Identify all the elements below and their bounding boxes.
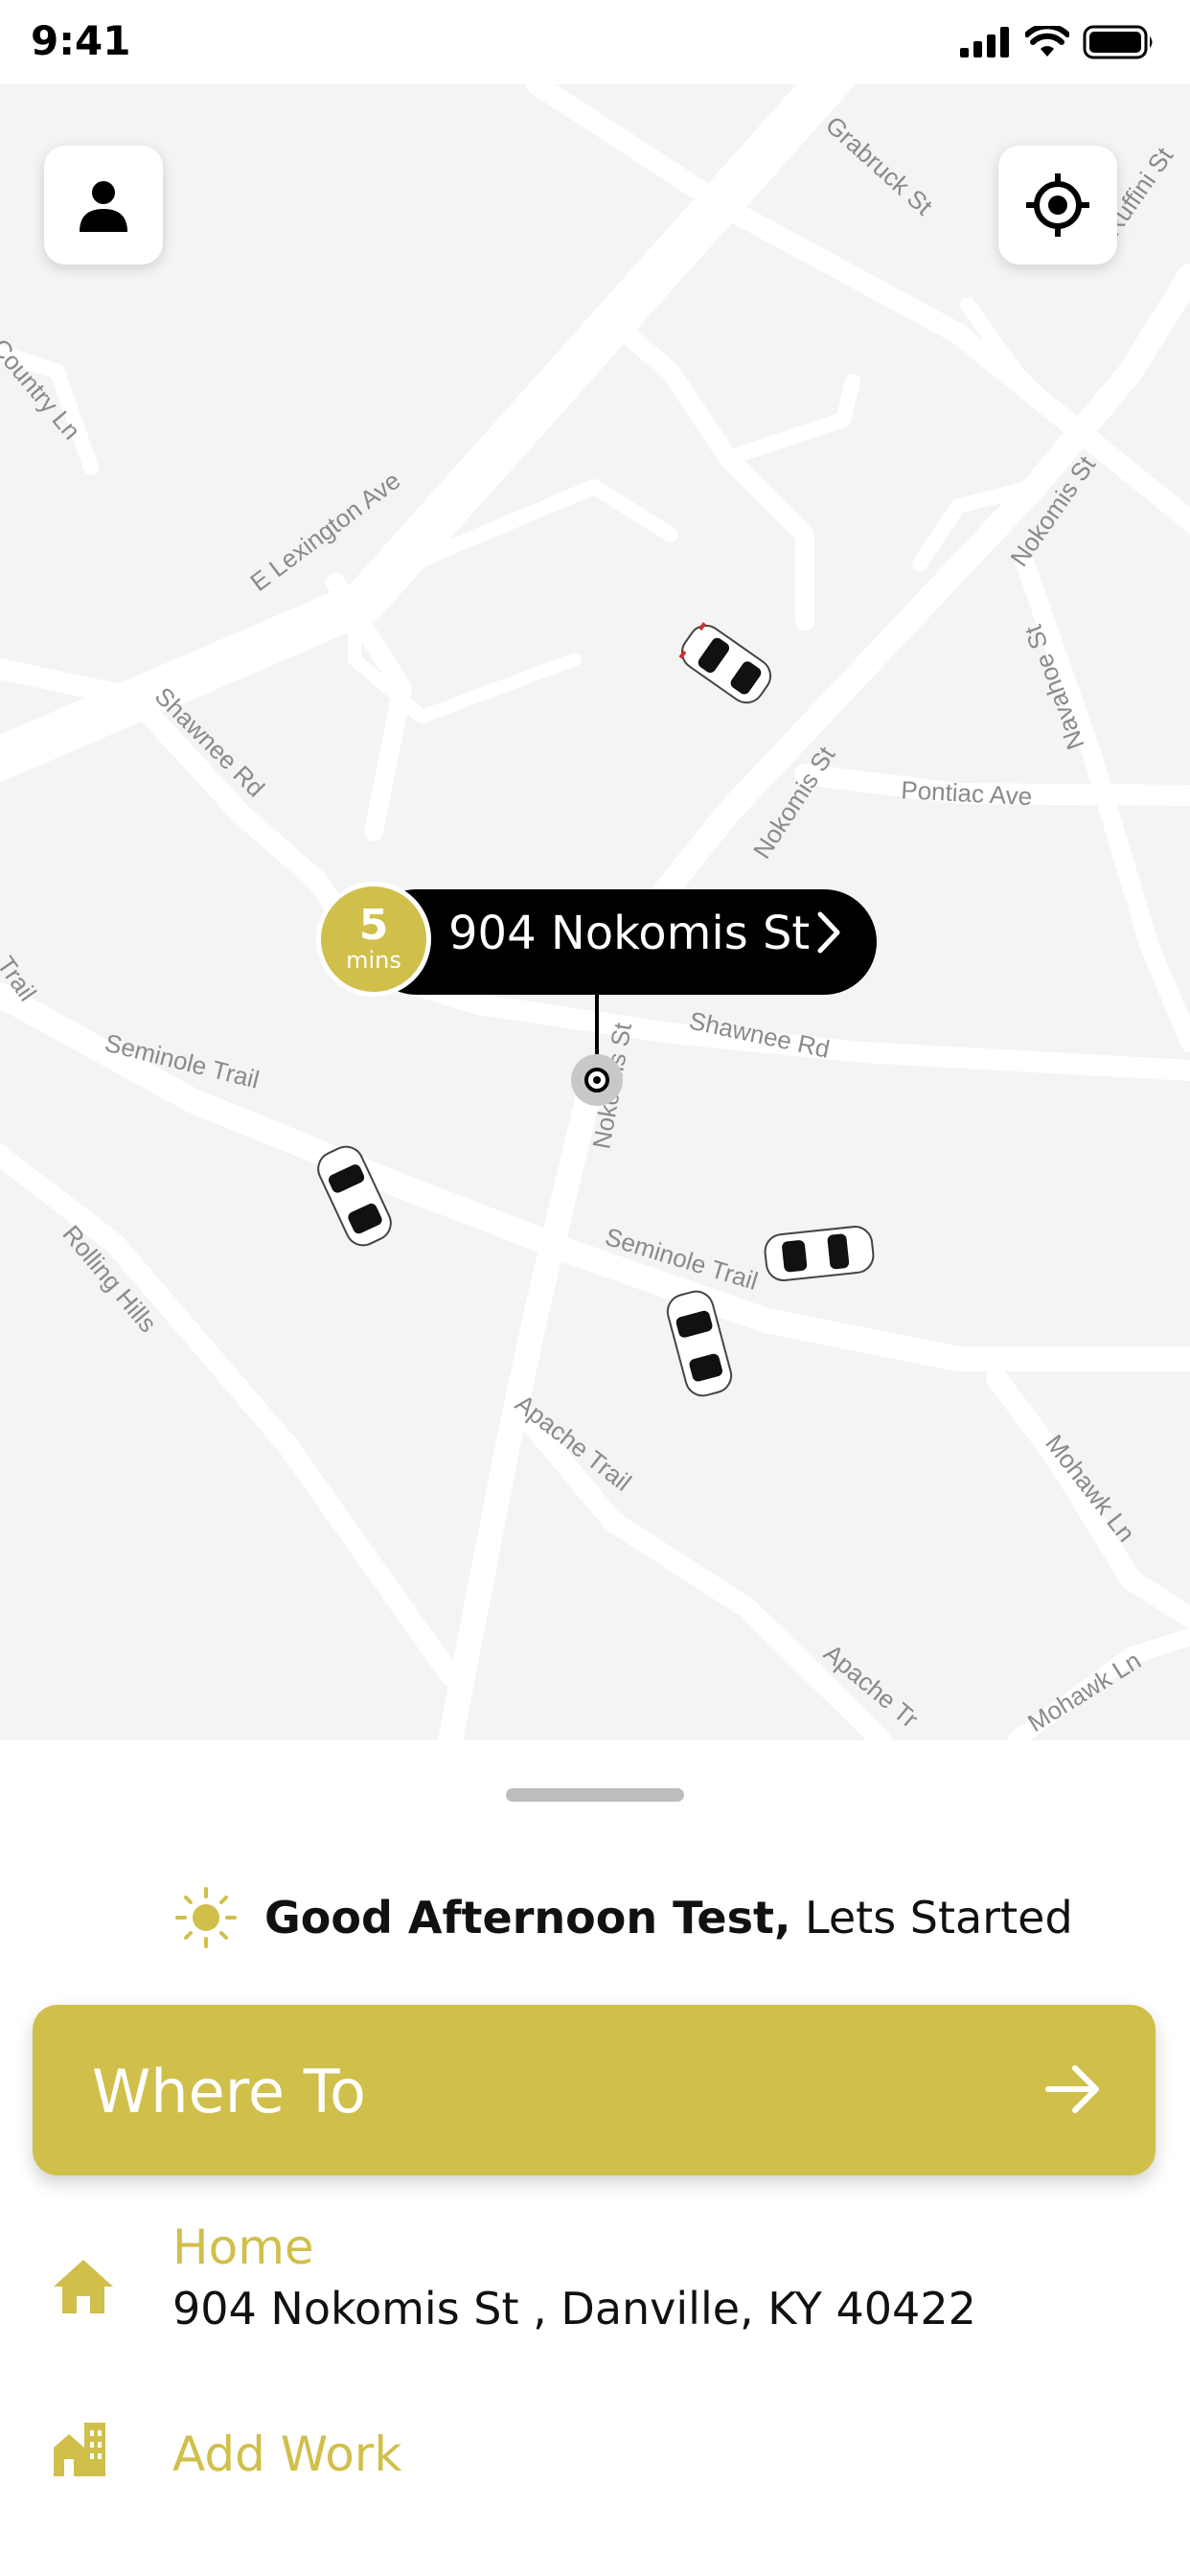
- status-bar: 9:41: [0, 0, 1190, 84]
- street-label: Pontiac Ave: [901, 775, 1033, 811]
- locate-me-button[interactable]: [998, 146, 1117, 264]
- pickup-pin: [584, 1068, 609, 1092]
- battery-icon: [1083, 25, 1153, 59]
- sun-icon: [175, 1887, 237, 1948]
- car-icon: [317, 1145, 392, 1247]
- status-icons: [960, 25, 1156, 59]
- crosshair-icon: [1026, 173, 1089, 237]
- where-to-button[interactable]: Where To: [33, 2005, 1156, 2175]
- street-label: Country Ln: [0, 334, 86, 446]
- saved-place-home[interactable]: Home 904 Nokomis St , Danville, KY 40422: [0, 2220, 1190, 2363]
- car-icon: [666, 1290, 733, 1397]
- building-icon: [54, 2423, 105, 2476]
- eta-value: 5: [358, 901, 389, 950]
- arrow-right-icon: [1045, 2065, 1099, 2113]
- eta-badge: 5 mins: [316, 882, 431, 997]
- chevron-right-icon: [817, 911, 840, 954]
- wifi-icon: [1025, 26, 1069, 57]
- greeting-rest: Lets Started: [790, 1892, 1073, 1944]
- home-icon: [54, 2260, 113, 2313]
- street-label: Shawnee Rd: [687, 1006, 833, 1064]
- pickup-location-bubble[interactable]: 5 mins 904 Nokomis St: [316, 882, 877, 997]
- greeting-text: Good Afternoon Test, Lets Started: [264, 1892, 1073, 1944]
- greeting: Good Afternoon Test, Lets Started: [174, 1874, 1073, 1961]
- pickup-address: 904 Nokomis St: [448, 907, 811, 960]
- signal-icon: [960, 27, 1009, 58]
- profile-button[interactable]: [44, 146, 163, 264]
- street-label: Mohawk Ln: [1022, 1645, 1146, 1737]
- saved-place-title: Home: [172, 2220, 314, 2275]
- greeting-bold: Good Afternoon Test,: [264, 1892, 791, 1944]
- person-icon: [80, 181, 127, 232]
- car-icon: [764, 1226, 875, 1281]
- car-icon: [678, 622, 772, 704]
- saved-place-address: 904 Nokomis St , Danville, KY 40422: [172, 2283, 976, 2334]
- saved-place-title: Add Work: [172, 2426, 402, 2482]
- map-view[interactable]: E Lexington Ave Grabruck St Ruffini St C…: [0, 84, 1190, 1740]
- where-to-label: Where To: [92, 2057, 366, 2127]
- status-time: 9:41: [31, 17, 131, 64]
- sheet-drag-handle[interactable]: [506, 1788, 684, 1802]
- add-work-button[interactable]: Add Work: [0, 2411, 1190, 2526]
- eta-unit: mins: [346, 947, 401, 974]
- street-label: Grabruck St: [820, 110, 939, 221]
- pin-stem: [595, 995, 599, 1062]
- bottom-sheet: Good Afternoon Test, Lets Started Where …: [0, 1740, 1190, 2576]
